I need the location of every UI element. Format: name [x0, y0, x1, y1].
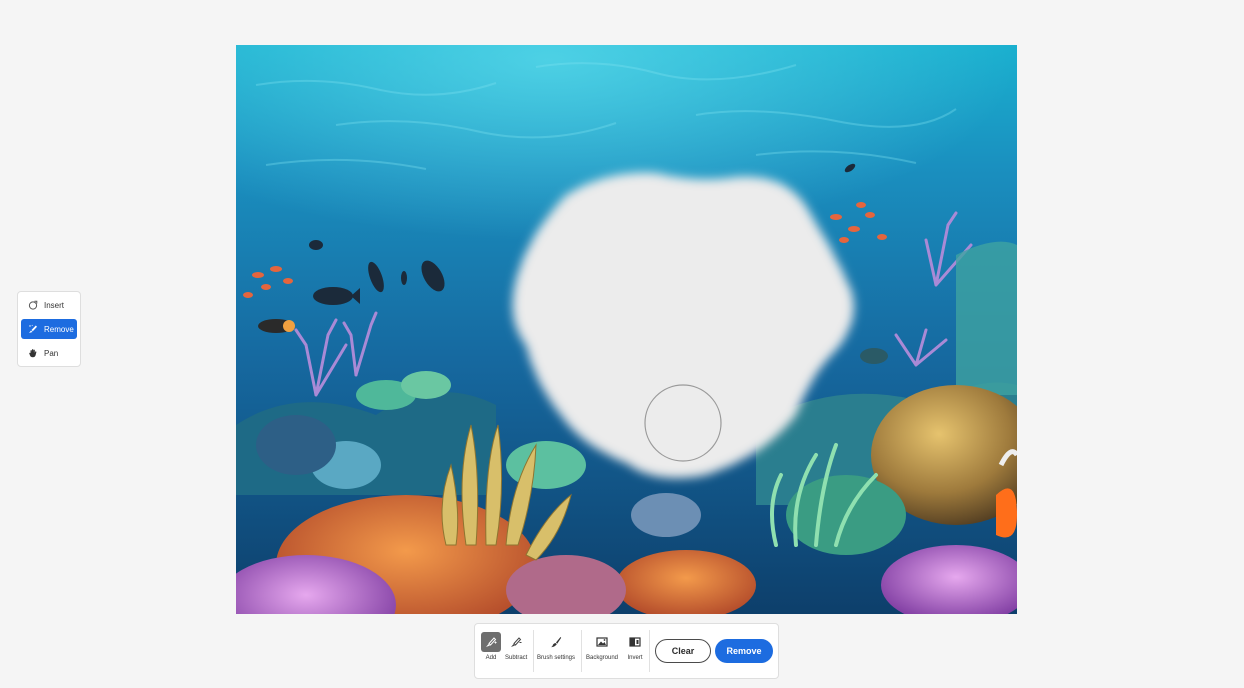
brush-settings-button[interactable]: Brush settings	[537, 632, 575, 661]
toolbar-divider	[649, 630, 650, 672]
bottom-toolbar: Add Subtract Brush settings Background I…	[474, 623, 779, 679]
insert-icon	[28, 300, 38, 310]
coral-reef-image	[236, 45, 1017, 614]
tool-remove[interactable]: Remove	[21, 319, 77, 339]
toolbar-divider	[581, 630, 582, 672]
brush-subtract-icon	[506, 632, 526, 652]
tool-remove-label: Remove	[44, 324, 74, 334]
image-canvas[interactable]	[236, 45, 1017, 614]
add-button[interactable]: Add	[481, 632, 501, 661]
tool-insert[interactable]: Insert	[21, 295, 77, 315]
remove-brush-icon	[29, 324, 37, 333]
subtract-label: Subtract	[505, 655, 528, 661]
toolbar-divider	[533, 630, 534, 672]
invert-icon	[625, 632, 645, 652]
hand-icon	[29, 349, 37, 358]
add-label: Add	[485, 655, 497, 661]
background-button[interactable]: Background	[586, 632, 618, 661]
remove-button[interactable]: Remove	[715, 639, 773, 663]
brush-settings-label: Brush settings	[537, 655, 576, 661]
brush-icon	[546, 632, 566, 652]
tool-insert-label: Insert	[44, 300, 65, 310]
tool-pan[interactable]: Pan	[21, 343, 77, 363]
brush-add-icon	[481, 632, 501, 652]
invert-button[interactable]: Invert	[625, 632, 645, 661]
tool-panel: Insert Remove Pan	[17, 291, 81, 367]
tool-pan-label: Pan	[44, 348, 59, 358]
image-icon	[592, 632, 612, 652]
clear-button[interactable]: Clear	[655, 639, 711, 663]
subtract-button[interactable]: Subtract	[505, 632, 527, 661]
background-label: Background	[586, 655, 619, 661]
invert-label: Invert	[627, 655, 643, 661]
